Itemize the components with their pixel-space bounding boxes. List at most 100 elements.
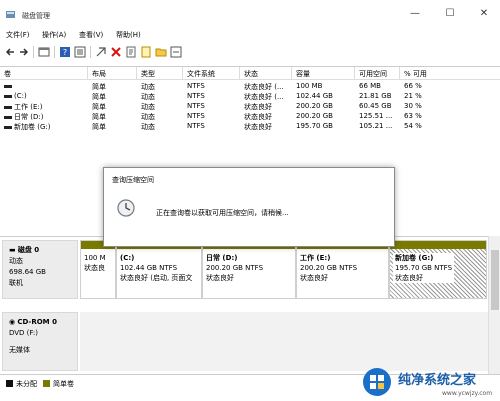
forward-icon[interactable]	[18, 46, 30, 58]
table-row[interactable]: 日常 (D:) 简单 动态 NTFS 状态良好 200.20 GB 125.51…	[0, 112, 500, 122]
toolbar-separator	[90, 46, 91, 58]
status-cell: 状态良好	[244, 123, 272, 131]
maximize-button[interactable]: ☐	[436, 5, 464, 23]
back-icon[interactable]	[4, 46, 16, 58]
new-icon[interactable]	[140, 46, 152, 58]
partition-e[interactable]: 工作 (E:) 200.20 GB NTFS 状态良好	[296, 240, 389, 299]
help-icon[interactable]: ?	[59, 46, 71, 58]
partition-name: (C:)	[120, 254, 135, 262]
filesystem-cell: NTFS	[187, 82, 205, 90]
partition-c[interactable]: (C:) 102.44 GB NTFS 状态良好 (启动, 页面文	[116, 240, 202, 299]
layout-cell: 简单	[92, 83, 106, 91]
column-header-status[interactable]: 状态	[240, 67, 292, 80]
scrollbar-thumb[interactable]	[491, 250, 499, 310]
column-header-volume[interactable]: 卷	[0, 67, 88, 80]
percent-free-cell: 54 %	[404, 122, 422, 130]
free-space-cell: 105.21 ...	[359, 122, 393, 130]
volume-icon	[4, 105, 12, 109]
toolbar: ?	[0, 43, 500, 61]
title-bar: 磁盘管理 — ☐ ✕	[0, 0, 500, 28]
type-cell: 动态	[141, 113, 155, 121]
status-cell: 状态良好 (...	[244, 93, 284, 101]
disk-icon: ▬	[9, 246, 18, 254]
delete-icon[interactable]	[110, 46, 122, 58]
list-icon[interactable]	[74, 46, 86, 58]
column-header-free-space[interactable]: 可用空间	[355, 67, 400, 80]
partition-info: 新加卷 (G:) 195.70 GB NTFS 状态良好	[393, 253, 455, 283]
folder-icon[interactable]	[155, 46, 167, 58]
settings-icon[interactable]	[170, 46, 182, 58]
partition-name: 日常 (D:)	[206, 254, 238, 262]
table-row[interactable]: 新加卷 (G:) 简单 动态 NTFS 状态良好 195.70 GB 105.2…	[0, 122, 500, 132]
disk-view: ▬ 磁盘 0 动态 698.64 GB 联机 100 M 状态良 (C:) 10…	[0, 236, 488, 374]
partition-info: 工作 (E:) 200.20 GB NTFS 状态良好	[300, 253, 357, 283]
capacity-cell: 195.70 GB	[296, 122, 333, 130]
partition-status: 状态良	[84, 264, 105, 272]
free-space-cell: 60.45 GB	[359, 102, 392, 110]
layout-cell: 简单	[92, 103, 106, 111]
toolbar-separator	[54, 46, 55, 58]
connect-icon[interactable]	[95, 46, 107, 58]
partition-g-selected[interactable]: 新加卷 (G:) 195.70 GB NTFS 状态良好	[389, 240, 487, 299]
partition-name: 工作 (E:)	[300, 254, 331, 262]
volume-cell: 日常 (D:)	[0, 112, 43, 122]
table-row[interactable]: 简单 动态 NTFS 状态良好 (... 100 MB 66 MB 66 %	[0, 82, 500, 92]
console-icon[interactable]	[38, 46, 50, 58]
type-cell: 动态	[141, 93, 155, 101]
volume-cell: 新加卷 (G:)	[0, 122, 50, 132]
layout-cell: 简单	[92, 93, 106, 101]
partition-name: 新加卷 (G:)	[395, 254, 434, 262]
disk-0-label[interactable]: ▬ 磁盘 0 动态 698.64 GB 联机	[2, 240, 78, 299]
partition-info: 日常 (D:) 200.20 GB NTFS 状态良好	[206, 253, 263, 283]
column-header-capacity[interactable]: 容量	[292, 67, 355, 80]
percent-free-cell: 63 %	[404, 112, 422, 120]
cdrom-status: 无媒体	[9, 346, 30, 354]
free-space-cell: 21.81 GB	[359, 92, 392, 100]
column-header-filesystem[interactable]: 文件系统	[183, 67, 240, 80]
partition-d[interactable]: 日常 (D:) 200.20 GB NTFS 状态良好	[202, 240, 296, 299]
partition-size: 100 M	[84, 254, 106, 262]
capacity-cell: 200.20 GB	[296, 112, 333, 120]
cdrom-type: DVD (F:)	[9, 329, 38, 337]
menu-view[interactable]: 查看(V)	[79, 30, 103, 40]
volume-icon	[4, 125, 12, 129]
layout-cell: 简单	[92, 123, 106, 131]
partition-size: 195.70 GB NTFS	[395, 264, 453, 272]
status-cell: 状态良好	[244, 113, 272, 121]
table-row[interactable]: (C:) 简单 动态 NTFS 状态良好 (... 102.44 GB 21.8…	[0, 92, 500, 102]
clock-icon	[117, 199, 135, 217]
toolbar-separator	[33, 46, 34, 58]
table-row[interactable]: 工作 (E:) 简单 动态 NTFS 状态良好 200.20 GB 60.45 …	[0, 102, 500, 112]
watermark-name: 纯净系统之家	[398, 373, 477, 388]
partition-size: 200.20 GB NTFS	[300, 264, 358, 272]
watermark: 纯净系统之家 www.ycwjzy.com	[358, 363, 500, 401]
column-header-type[interactable]: 类型	[137, 67, 183, 80]
column-header-percent-free[interactable]: % 可用	[400, 67, 500, 80]
partition-status: 状态良好	[300, 274, 328, 282]
svg-text:?: ?	[63, 48, 67, 57]
menu-action[interactable]: 操作(A)	[42, 30, 66, 40]
menu-help[interactable]: 帮助(H)	[116, 30, 141, 40]
query-shrink-dialog: 查询压缩空间 正在查询卷以获取可用压缩空间，请稍候...	[103, 167, 395, 247]
partition-system-reserved[interactable]: 100 M 状态良	[80, 240, 116, 299]
cdrom-0-label[interactable]: ◉ CD-ROM 0 DVD (F:) 无媒体	[2, 312, 78, 371]
layout-cell: 简单	[92, 113, 106, 121]
minimize-button[interactable]: —	[401, 5, 429, 23]
disk-size: 698.64 GB	[9, 268, 46, 276]
dialog-title: 查询压缩空间	[112, 176, 154, 184]
capacity-cell: 200.20 GB	[296, 102, 333, 110]
volume-cell: 工作 (E:)	[0, 102, 42, 112]
partition-color-bar	[390, 241, 486, 249]
vertical-scrollbar[interactable]	[488, 236, 500, 374]
status-cell: 状态良好 (...	[244, 83, 284, 91]
legend-swatch-simple	[43, 380, 50, 387]
close-button[interactable]: ✕	[470, 5, 498, 23]
partition-status: 状态良好	[395, 274, 423, 282]
disk-type: 动态	[9, 257, 23, 265]
dialog-message: 正在查询卷以获取可用压缩空间，请稍候...	[156, 209, 289, 217]
type-cell: 动态	[141, 83, 155, 91]
menu-file[interactable]: 文件(F)	[6, 30, 30, 40]
capacity-cell: 102.44 GB	[296, 92, 333, 100]
column-header-layout[interactable]: 布局	[88, 67, 137, 80]
properties-icon[interactable]	[125, 46, 137, 58]
